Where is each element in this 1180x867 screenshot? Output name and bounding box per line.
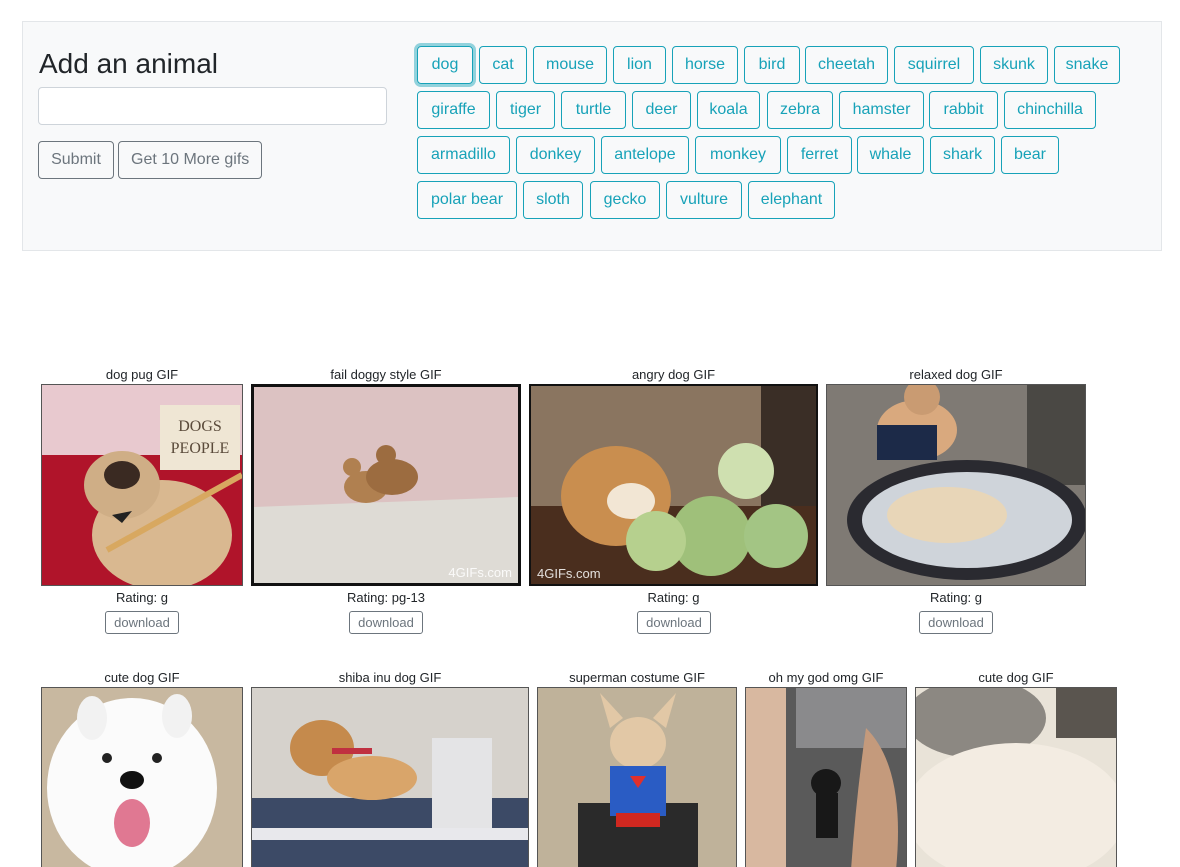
- svg-text:DOGS: DOGS: [178, 418, 222, 435]
- gif-image[interactable]: 4GIFs.com: [251, 384, 521, 586]
- gif-title: cute dog GIF: [104, 670, 180, 685]
- gif-image[interactable]: [537, 687, 737, 867]
- animal-button-cat[interactable]: cat: [479, 46, 527, 84]
- animal-button-cheetah[interactable]: cheetah: [805, 46, 888, 84]
- animal-button-armadillo[interactable]: armadillo: [417, 136, 510, 174]
- gif-image[interactable]: [915, 687, 1117, 867]
- animal-button-elephant[interactable]: elephant: [748, 181, 835, 219]
- gif-image[interactable]: [41, 687, 243, 867]
- animal-button-skunk[interactable]: skunk: [980, 46, 1048, 84]
- gif-title: dog pug GIF: [105, 367, 179, 382]
- page-title: Add an animal: [39, 48, 219, 79]
- animal-input[interactable]: [38, 87, 387, 125]
- gif-watermark: 4GIFs.com: [448, 565, 512, 580]
- gif-title: oh my god omg GIF: [768, 670, 884, 685]
- animal-button-polar-bear[interactable]: polar bear: [417, 181, 517, 219]
- gif-image[interactable]: [251, 687, 529, 867]
- gif-image[interactable]: DOGS PEOPLE: [41, 384, 243, 586]
- animal-button-giraffe[interactable]: giraffe: [417, 91, 490, 129]
- animal-button-horse[interactable]: horse: [672, 46, 738, 84]
- gif-image[interactable]: 4GIFs.com: [529, 384, 818, 586]
- animal-button-snake[interactable]: snake: [1054, 46, 1120, 84]
- download-button[interactable]: download: [349, 611, 423, 634]
- animal-button-squirrel[interactable]: squirrel: [894, 46, 974, 84]
- animal-button-lion[interactable]: lion: [613, 46, 666, 84]
- animal-button-ferret[interactable]: ferret: [787, 136, 852, 174]
- animal-button-mouse[interactable]: mouse: [533, 46, 607, 84]
- gif-rating: Rating: g: [929, 590, 983, 605]
- animal-button-koala[interactable]: koala: [697, 91, 760, 129]
- animal-button-dog[interactable]: dog: [417, 46, 473, 84]
- animal-button-sloth[interactable]: sloth: [523, 181, 583, 219]
- gif-title: cute dog GIF: [978, 670, 1054, 685]
- more-gifs-button[interactable]: Get 10 More gifs: [118, 141, 262, 179]
- download-button[interactable]: download: [637, 611, 711, 634]
- animal-button-turtle[interactable]: turtle: [561, 91, 626, 129]
- gif-title: fail doggy style GIF: [330, 367, 442, 382]
- animal-button-gecko[interactable]: gecko: [590, 181, 660, 219]
- gif-rating: Rating: g: [647, 590, 700, 605]
- animal-button-deer[interactable]: deer: [632, 91, 691, 129]
- animal-button-tiger[interactable]: tiger: [496, 91, 555, 129]
- gif-title: relaxed dog GIF: [909, 367, 1003, 382]
- animal-button-antelope[interactable]: antelope: [601, 136, 689, 174]
- gif-image[interactable]: [745, 687, 907, 867]
- animal-button-rabbit[interactable]: rabbit: [929, 91, 998, 129]
- animal-button-donkey[interactable]: donkey: [516, 136, 595, 174]
- gif-title: angry dog GIF: [631, 367, 716, 382]
- animal-button-bear[interactable]: bear: [1001, 136, 1059, 174]
- submit-button[interactable]: Submit: [38, 141, 114, 179]
- add-animal-panel: Add an animal Submit Get 10 More gifs do…: [22, 21, 1162, 251]
- gif-title: superman costume GIF: [569, 670, 705, 685]
- gif-title: shiba inu dog GIF: [338, 670, 442, 685]
- animal-button-zebra[interactable]: zebra: [767, 91, 833, 129]
- animal-button-vulture[interactable]: vulture: [666, 181, 742, 219]
- svg-text:PEOPLE: PEOPLE: [171, 440, 230, 457]
- animal-button-whale[interactable]: whale: [857, 136, 924, 174]
- animal-button-hamster[interactable]: hamster: [839, 91, 924, 129]
- animal-button-shark[interactable]: shark: [930, 136, 995, 174]
- gif-watermark: 4GIFs.com: [537, 566, 601, 581]
- gif-rating: Rating: g: [115, 590, 169, 605]
- animal-button-bird[interactable]: bird: [744, 46, 800, 84]
- animal-button-monkey[interactable]: monkey: [695, 136, 781, 174]
- gif-rating: Rating: pg-13: [346, 590, 426, 605]
- animal-button-chinchilla[interactable]: chinchilla: [1004, 91, 1096, 129]
- gif-image[interactable]: [826, 384, 1086, 586]
- download-button[interactable]: download: [919, 611, 993, 634]
- download-button[interactable]: download: [105, 611, 179, 634]
